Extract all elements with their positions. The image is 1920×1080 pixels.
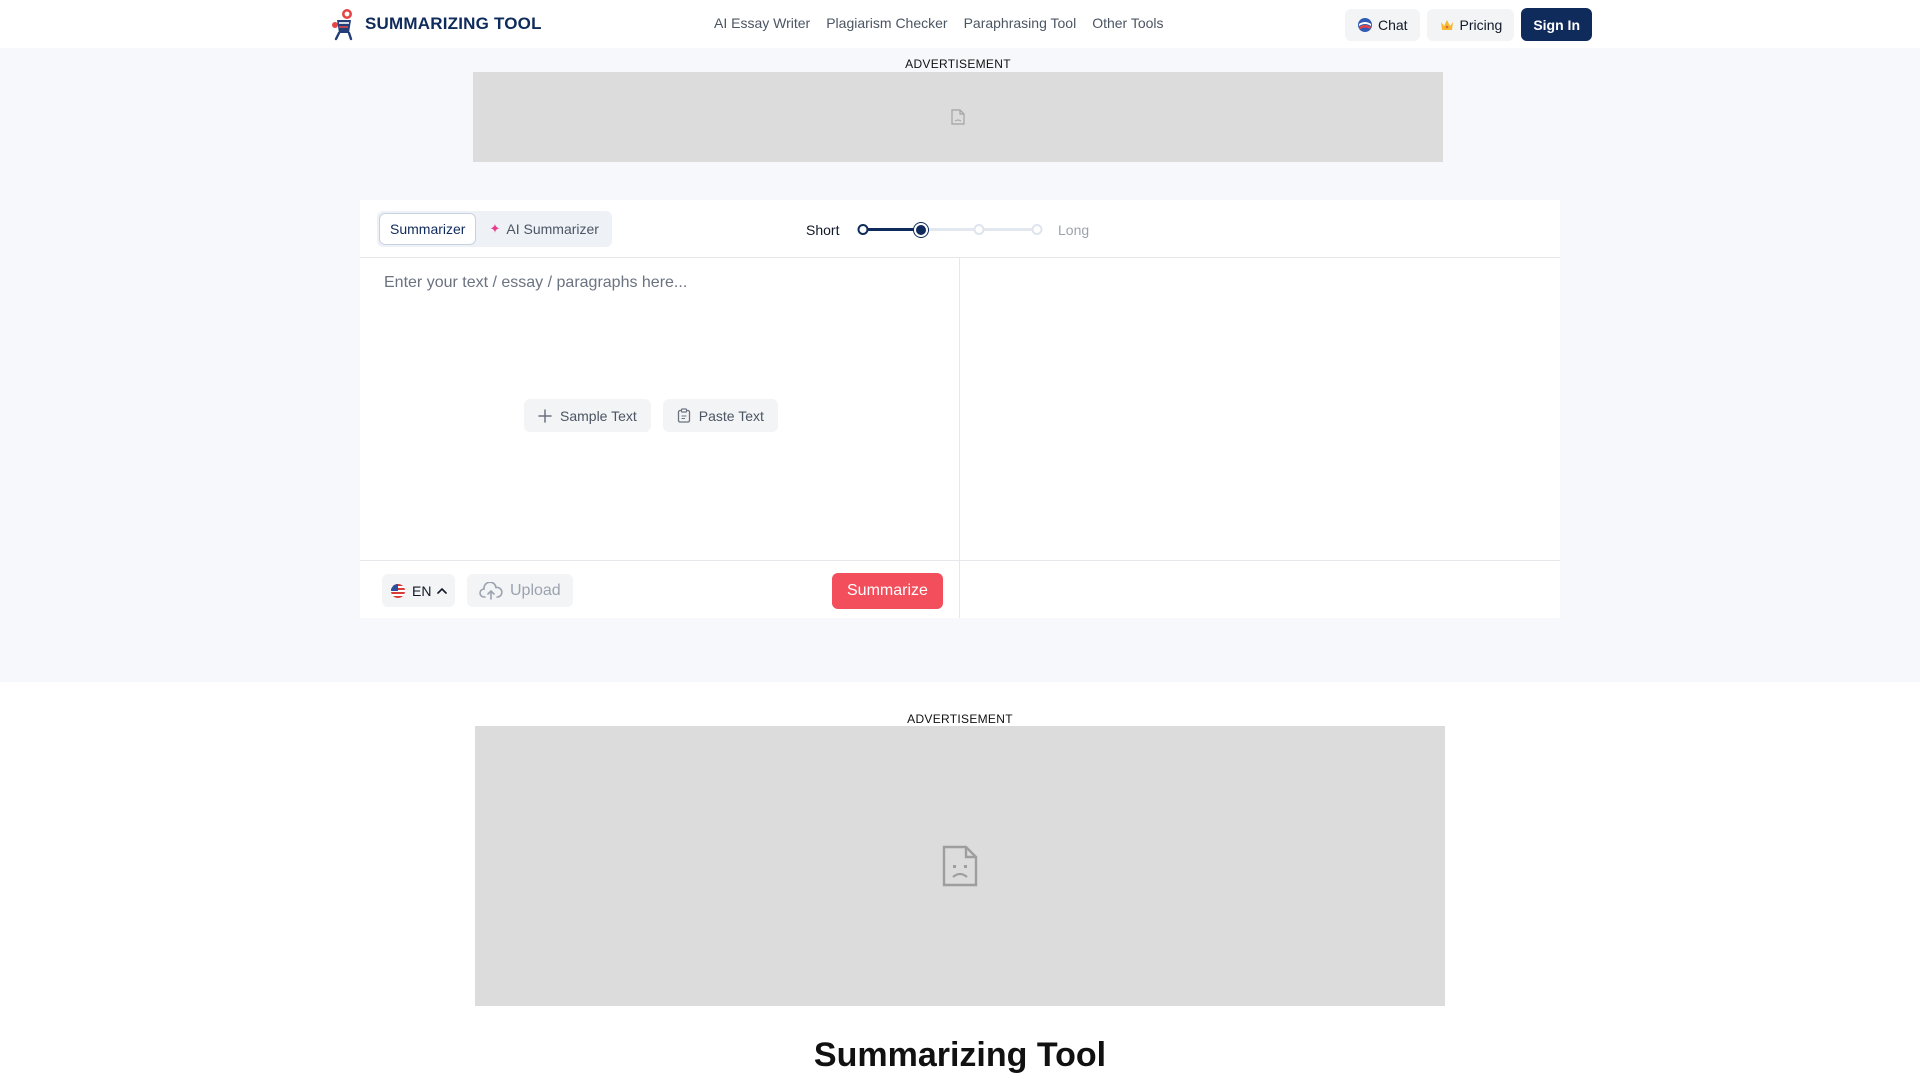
slider-stop-3[interactable]	[973, 224, 985, 235]
chevron-up-icon	[437, 587, 448, 594]
main-nav: AI Essay Writer Plagiarism Checker Parap…	[714, 15, 1164, 31]
us-flag-icon	[391, 583, 405, 598]
slider-stop-1[interactable]	[857, 224, 869, 235]
output-pane	[960, 258, 1560, 560]
nav-link-ai-essay-writer[interactable]: AI Essay Writer	[714, 15, 810, 31]
page-title: Summarizing Tool	[813, 1036, 1107, 1074]
paste-text-label: Paste Text	[698, 407, 764, 424]
sample-text-button[interactable]: Sample Text	[524, 399, 651, 432]
tab-summarizer-label: Summarizer	[390, 221, 466, 237]
broken-document-icon	[942, 845, 978, 887]
language-selector[interactable]: EN	[382, 574, 456, 607]
output-footer	[960, 560, 1560, 618]
brand-logo-link[interactable]: SUMMARIZING TOOL	[329, 6, 542, 42]
cloud-upload-icon	[479, 581, 503, 600]
site-header: SUMMARIZING TOOL AI Essay Writer Plagiar…	[0, 0, 1920, 48]
nav-link-plagiarism-checker[interactable]: Plagiarism Checker	[826, 15, 947, 31]
nav-link-paraphrasing-tool[interactable]: Paraphrasing Tool	[964, 15, 1077, 31]
input-footer: EN Upload Summarize	[360, 560, 960, 618]
paste-text-button[interactable]: Paste Text	[662, 399, 778, 432]
tab-ai-summarizer-label: AI Summarizer	[506, 221, 599, 237]
nav-link-other-tools[interactable]: Other Tools	[1092, 15, 1163, 31]
header-actions: Chat Pricing Sign In	[1344, 8, 1592, 41]
slider-stop-4[interactable]	[1031, 224, 1043, 235]
sign-in-button[interactable]: Sign In	[1521, 8, 1592, 41]
summarizer-card: Summarizer ✦ AI Summarizer Short Long En…	[360, 200, 1560, 618]
hero-section: ADVERTISEMENT Summarizer ✦ AI Summarizer…	[0, 48, 1920, 682]
chat-label: Chat	[1377, 16, 1408, 33]
length-short-label: Short	[806, 222, 840, 238]
upload-label: Upload	[510, 581, 561, 599]
chat-brand-icon	[1357, 17, 1372, 32]
bottom-ad-banner[interactable]	[475, 726, 1445, 1006]
broken-document-icon	[951, 109, 965, 125]
summary-length-slider[interactable]	[857, 220, 1043, 240]
brand-name: SUMMARIZING TOOL	[365, 14, 542, 33]
language-code: EN	[412, 582, 432, 599]
top-ad-label: ADVERTISEMENT	[905, 57, 1011, 71]
slider-fill	[863, 228, 921, 231]
sample-text-label: Sample Text	[560, 407, 637, 424]
chat-button[interactable]: Chat	[1344, 8, 1420, 41]
pricing-button[interactable]: Pricing	[1426, 8, 1515, 41]
crown-icon	[1440, 19, 1453, 30]
slider-thumb[interactable]	[914, 223, 928, 237]
tab-summarizer[interactable]: Summarizer	[380, 214, 476, 244]
tab-ai-summarizer[interactable]: ✦ AI Summarizer	[479, 214, 608, 244]
bottom-ad-label: ADVERTISEMENT	[907, 712, 1013, 726]
summarize-button[interactable]: Summarize	[832, 573, 943, 609]
length-long-label: Long	[1058, 222, 1090, 238]
input-pane: Sample Text Paste Text	[360, 258, 960, 560]
mascot-logo-icon	[332, 9, 353, 41]
input-helper-buttons: Sample Text Paste Text	[524, 399, 778, 432]
upload-button[interactable]: Upload	[467, 574, 573, 607]
sparkle-icon: ✦	[489, 221, 501, 236]
mode-tabs: Summarizer ✦ AI Summarizer	[377, 211, 612, 247]
pricing-label: Pricing	[1459, 16, 1503, 33]
top-ad-banner[interactable]	[473, 72, 1443, 162]
tool-toolbar: Summarizer ✦ AI Summarizer Short Long	[360, 200, 1560, 258]
clipboard-icon	[677, 408, 690, 423]
plus-icon	[538, 408, 552, 423]
